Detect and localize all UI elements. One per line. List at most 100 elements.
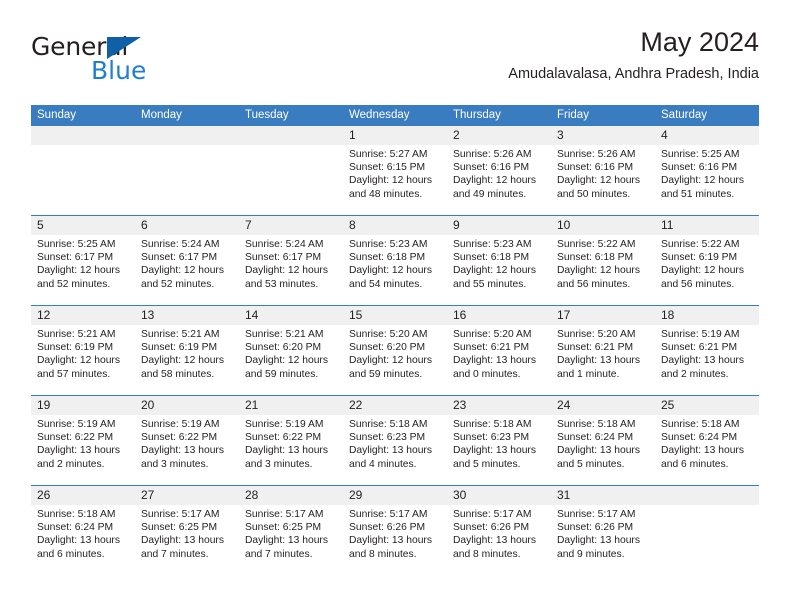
calendar-day-cell[interactable]: 16 Sunrise: 5:20 AM Sunset: 6:21 PM Dayligh…: [447, 305, 551, 396]
calendar-day-cell[interactable]: 9 Sunrise: 5:23 AM Sunset: 6:18 PM Daylight…: [447, 215, 551, 306]
detail-sunset: Sunset: 6:26 PM: [349, 522, 426, 534]
day-cell-inner: 2 Sunrise: 5:26 AM Sunset: 6:16 PM Daylight…: [447, 126, 551, 215]
calendar-day-cell[interactable]: 14 Sunrise: 5:21 AM Sunset: 6:20 PM Dayligh…: [239, 305, 343, 396]
detail-sunset: Sunset: 6:16 PM: [453, 162, 530, 174]
calendar-day-cell[interactable]: 27 Sunrise: 5:17 AM Sunset: 6:25 PM Dayligh…: [135, 485, 239, 575]
detail-daylight-line1: Daylight: 13 hours: [661, 445, 744, 457]
calendar-week-row: 5 Sunrise: 5:25 AM Sunset: 6:17 PM Daylight…: [31, 215, 759, 306]
calendar-day-cell[interactable]: 29 Sunrise: 5:17 AM Sunset: 6:26 PM Dayligh…: [343, 485, 447, 575]
calendar-day-cell[interactable]: 23 Sunrise: 5:18 AM Sunset: 6:23 PM Dayligh…: [447, 395, 551, 486]
calendar-day-cell[interactable]: 26 Sunrise: 5:18 AM Sunset: 6:24 PM Dayligh…: [31, 485, 135, 575]
day-detail: Sunrise: 5:24 AM Sunset: 6:17 PM Daylight:…: [135, 235, 239, 291]
day-number: 25: [655, 396, 759, 415]
detail-daylight-line1: Daylight: 12 hours: [661, 175, 744, 187]
detail-daylight-line2: and 52 minutes.: [141, 278, 215, 290]
detail-sunset: Sunset: 6:20 PM: [245, 342, 322, 354]
day-cell-inner: 31 Sunrise: 5:17 AM Sunset: 6:26 PM Dayligh…: [551, 486, 655, 575]
day-number: 26: [31, 486, 135, 505]
day-detail: Sunrise: 5:25 AM Sunset: 6:16 PM Daylight:…: [655, 145, 759, 201]
detail-sunrise: Sunrise: 5:26 AM: [557, 149, 636, 160]
day-cell-inner: 18 Sunrise: 5:19 AM Sunset: 6:21 PM Dayligh…: [655, 306, 759, 395]
detail-daylight-line1: Daylight: 13 hours: [453, 535, 536, 547]
detail-sunset: Sunset: 6:20 PM: [349, 342, 426, 354]
calendar-day-cell[interactable]: 2 Sunrise: 5:26 AM Sunset: 6:16 PM Daylight…: [447, 126, 551, 216]
day-number: [655, 486, 759, 505]
calendar-day-cell[interactable]: 6 Sunrise: 5:24 AM Sunset: 6:17 PM Daylight…: [135, 215, 239, 306]
calendar-day-cell[interactable]: 18 Sunrise: 5:19 AM Sunset: 6:21 PM Dayligh…: [655, 305, 759, 396]
calendar-day-cell[interactable]: 8 Sunrise: 5:23 AM Sunset: 6:18 PM Daylight…: [343, 215, 447, 306]
day-cell-inner: 10 Sunrise: 5:22 AM Sunset: 6:18 PM Dayligh…: [551, 216, 655, 305]
day-number: 31: [551, 486, 655, 505]
calendar-day-cell[interactable]: 20 Sunrise: 5:19 AM Sunset: 6:22 PM Dayligh…: [135, 395, 239, 486]
detail-sunrise: Sunrise: 5:17 AM: [453, 509, 532, 520]
detail-daylight-line2: and 54 minutes.: [349, 278, 423, 290]
calendar-day-cell[interactable]: 11 Sunrise: 5:22 AM Sunset: 6:19 PM Dayligh…: [655, 215, 759, 306]
calendar-day-cell[interactable]: 7 Sunrise: 5:24 AM Sunset: 6:17 PM Daylight…: [239, 215, 343, 306]
detail-sunrise: Sunrise: 5:19 AM: [141, 419, 220, 430]
detail-daylight-line2: and 59 minutes.: [349, 368, 423, 380]
logo-text-blue: Blue: [91, 56, 147, 85]
day-number: [135, 126, 239, 145]
calendar-day-cell[interactable]: 31 Sunrise: 5:17 AM Sunset: 6:26 PM Dayligh…: [551, 485, 655, 575]
calendar-day-cell[interactable]: 21 Sunrise: 5:19 AM Sunset: 6:22 PM Dayligh…: [239, 395, 343, 486]
day-number: 20: [135, 396, 239, 415]
calendar-day-cell[interactable]: 3 Sunrise: 5:26 AM Sunset: 6:16 PM Daylight…: [551, 126, 655, 216]
day-detail: Sunrise: 5:17 AM Sunset: 6:26 PM Daylight:…: [551, 505, 655, 561]
weekday-header-tuesday: Tuesday: [239, 105, 343, 126]
detail-daylight-line1: Daylight: 12 hours: [141, 355, 224, 367]
calendar-day-cell[interactable]: 28 Sunrise: 5:17 AM Sunset: 6:25 PM Dayligh…: [239, 485, 343, 575]
detail-daylight-line1: Daylight: 12 hours: [349, 265, 432, 277]
detail-sunset: Sunset: 6:16 PM: [661, 162, 738, 174]
calendar-day-cell[interactable]: 30 Sunrise: 5:17 AM Sunset: 6:26 PM Dayligh…: [447, 485, 551, 575]
day-number: 30: [447, 486, 551, 505]
day-cell-inner: 14 Sunrise: 5:21 AM Sunset: 6:20 PM Dayligh…: [239, 306, 343, 395]
detail-daylight-line2: and 57 minutes.: [37, 368, 111, 380]
page-subtitle: Amudalavalasa, Andhra Pradesh, India: [508, 66, 759, 82]
detail-sunrise: Sunrise: 5:20 AM: [349, 329, 428, 340]
calendar-day-cell[interactable]: 24 Sunrise: 5:18 AM Sunset: 6:24 PM Dayligh…: [551, 395, 655, 486]
page-title: May 2024: [640, 27, 759, 57]
detail-daylight-line1: Daylight: 12 hours: [245, 355, 328, 367]
calendar-day-cell[interactable]: 5 Sunrise: 5:25 AM Sunset: 6:17 PM Daylight…: [31, 215, 135, 306]
day-cell-inner: 19 Sunrise: 5:19 AM Sunset: 6:22 PM Dayligh…: [31, 396, 135, 485]
calendar-day-cell[interactable]: 4 Sunrise: 5:25 AM Sunset: 6:16 PM Daylight…: [655, 126, 759, 216]
general-blue-logo[interactable]: General Blue: [31, 32, 261, 90]
day-cell-inner: 26 Sunrise: 5:18 AM Sunset: 6:24 PM Dayligh…: [31, 486, 135, 575]
detail-daylight-line2: and 56 minutes.: [661, 278, 735, 290]
detail-sunrise: Sunrise: 5:24 AM: [141, 239, 220, 250]
detail-daylight-line2: and 2 minutes.: [661, 368, 729, 380]
detail-daylight-line1: Daylight: 13 hours: [661, 355, 744, 367]
day-detail: [655, 505, 759, 508]
calendar-day-cell[interactable]: 10 Sunrise: 5:22 AM Sunset: 6:18 PM Dayligh…: [551, 215, 655, 306]
detail-sunset: Sunset: 6:21 PM: [453, 342, 530, 354]
calendar-table: Sunday Monday Tuesday Wednesday Thursday…: [31, 105, 759, 575]
detail-daylight-line2: and 3 minutes.: [245, 458, 313, 470]
day-cell-inner: 24 Sunrise: 5:18 AM Sunset: 6:24 PM Dayligh…: [551, 396, 655, 485]
day-cell-inner: 28 Sunrise: 5:17 AM Sunset: 6:25 PM Dayligh…: [239, 486, 343, 575]
day-cell-inner: 4 Sunrise: 5:25 AM Sunset: 6:16 PM Daylight…: [655, 126, 759, 215]
day-number: 17: [551, 306, 655, 325]
detail-daylight-line1: Daylight: 12 hours: [349, 175, 432, 187]
calendar-day-cell[interactable]: 1 Sunrise: 5:27 AM Sunset: 6:15 PM Daylight…: [343, 126, 447, 216]
calendar-body: 1 Sunrise: 5:27 AM Sunset: 6:15 PM Daylight…: [31, 126, 759, 575]
calendar-day-cell[interactable]: 15 Sunrise: 5:20 AM Sunset: 6:20 PM Dayligh…: [343, 305, 447, 396]
calendar-day-cell[interactable]: 19 Sunrise: 5:19 AM Sunset: 6:22 PM Dayligh…: [31, 395, 135, 486]
calendar-day-cell[interactable]: 13 Sunrise: 5:21 AM Sunset: 6:19 PM Dayligh…: [135, 305, 239, 396]
day-detail: Sunrise: 5:19 AM Sunset: 6:22 PM Daylight:…: [135, 415, 239, 471]
calendar-day-cell[interactable]: 12 Sunrise: 5:21 AM Sunset: 6:19 PM Dayligh…: [31, 305, 135, 396]
calendar-day-cell[interactable]: 25 Sunrise: 5:18 AM Sunset: 6:24 PM Dayligh…: [655, 395, 759, 486]
detail-daylight-line1: Daylight: 12 hours: [453, 175, 536, 187]
weekday-header-wednesday: Wednesday: [343, 105, 447, 126]
day-detail: Sunrise: 5:19 AM Sunset: 6:22 PM Daylight:…: [239, 415, 343, 471]
detail-sunset: Sunset: 6:19 PM: [661, 252, 738, 264]
detail-sunset: Sunset: 6:19 PM: [141, 342, 218, 354]
detail-sunset: Sunset: 6:26 PM: [453, 522, 530, 534]
detail-sunset: Sunset: 6:17 PM: [245, 252, 322, 264]
day-number: 6: [135, 216, 239, 235]
day-cell-inner: [655, 486, 759, 575]
detail-daylight-line1: Daylight: 13 hours: [557, 535, 640, 547]
calendar-day-cell[interactable]: 17 Sunrise: 5:20 AM Sunset: 6:21 PM Dayligh…: [551, 305, 655, 396]
calendar-day-cell[interactable]: 22 Sunrise: 5:18 AM Sunset: 6:23 PM Dayligh…: [343, 395, 447, 486]
day-cell-inner: 12 Sunrise: 5:21 AM Sunset: 6:19 PM Dayligh…: [31, 306, 135, 395]
calendar-day-cell-empty: [31, 126, 135, 216]
